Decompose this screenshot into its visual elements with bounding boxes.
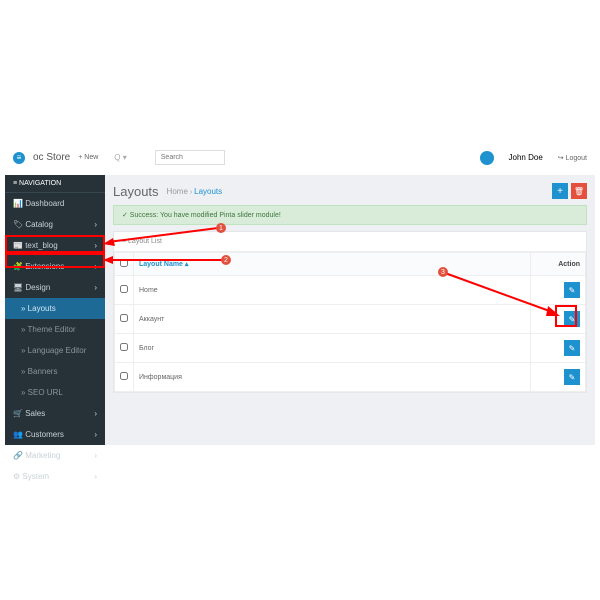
row-checkbox[interactable] xyxy=(120,285,128,293)
sidebar-item-design[interactable]: 🖥 Design› xyxy=(5,277,105,298)
logo-icon: ≡ xyxy=(13,152,25,164)
row-checkbox[interactable] xyxy=(120,343,128,351)
gear-icon: ⚙ xyxy=(13,472,20,481)
share-icon: 🔗 xyxy=(13,451,23,460)
users-icon: 👥 xyxy=(13,430,23,439)
layouts-table: Layout Name ▴Action Home✎ Аккаунт✎ Блог✎… xyxy=(114,252,586,392)
page-title: Layouts xyxy=(113,184,159,199)
sidebar-item-textblog[interactable]: 📰 text_blog› xyxy=(5,235,105,256)
sidebar-item-theme-editor[interactable]: » Theme Editor xyxy=(5,319,105,340)
col-layout-name[interactable]: Layout Name ▴ xyxy=(134,253,531,276)
sidebar-item-customers[interactable]: 👥 Customers› xyxy=(5,424,105,445)
logout-link[interactable]: ↪ Logout xyxy=(558,154,587,162)
sidebar-item-system[interactable]: ⚙ System› xyxy=(5,466,105,487)
row-checkbox[interactable] xyxy=(120,314,128,322)
success-alert: ✓ Success: You have modified Pinta slide… xyxy=(113,205,587,225)
sidebar-item-marketing[interactable]: 🔗 Marketing› xyxy=(5,445,105,466)
table-row: Home✎ xyxy=(115,276,586,305)
chevron-right-icon: › xyxy=(94,220,97,229)
sidebar-item-catalog[interactable]: 🏷 Catalog› xyxy=(5,214,105,235)
sidebar: ≡ NAVIGATION 📊 Dashboard 🏷 Catalog› 📰 te… xyxy=(5,175,105,445)
blog-icon: 📰 xyxy=(13,241,23,250)
desktop-icon: 🖥 xyxy=(13,283,23,292)
select-all-checkbox[interactable] xyxy=(120,259,128,267)
search-dropdown[interactable]: Q ▾ xyxy=(114,153,126,162)
sidebar-item-seo-url[interactable]: » SEO URL xyxy=(5,382,105,403)
sidebar-item-dashboard[interactable]: 📊 Dashboard xyxy=(5,193,105,214)
edit-button[interactable]: ✎ xyxy=(564,369,580,385)
new-button[interactable]: + New xyxy=(78,154,98,161)
add-button[interactable]: + xyxy=(552,183,568,199)
edit-button[interactable]: ✎ xyxy=(564,340,580,356)
table-row: Блог✎ xyxy=(115,334,586,363)
dashboard-icon: 📊 xyxy=(13,199,23,208)
sidebar-item-layouts[interactable]: » Layouts xyxy=(5,298,105,319)
delete-button[interactable]: 🗑 xyxy=(571,183,587,199)
table-row: Аккаунт✎ xyxy=(115,305,586,334)
breadcrumb: Home › Layouts xyxy=(167,187,223,196)
header-bar: ≡ oc Store + New Q ▾ John Doe ↪ Logout xyxy=(5,140,595,175)
edit-button[interactable]: ✎ xyxy=(564,282,580,298)
puzzle-icon: 🧩 xyxy=(13,262,23,271)
brand-name: oc Store xyxy=(33,152,70,163)
user-name[interactable]: John Doe xyxy=(509,153,543,162)
avatar[interactable] xyxy=(480,151,494,165)
col-action: Action xyxy=(531,253,586,276)
tag-icon: 🏷 xyxy=(13,220,23,229)
sidebar-item-banners[interactable]: » Banners xyxy=(5,361,105,382)
nav-header: ≡ NAVIGATION xyxy=(5,175,105,193)
edit-button[interactable]: ✎ xyxy=(564,311,580,327)
table-row: Информация✎ xyxy=(115,363,586,392)
sidebar-item-extensions[interactable]: 🧩 Extensions› xyxy=(5,256,105,277)
search-input[interactable] xyxy=(155,150,225,165)
panel-header: ≡ Layout List xyxy=(114,232,586,252)
row-checkbox[interactable] xyxy=(120,372,128,380)
sidebar-item-sales[interactable]: 🛒 Sales› xyxy=(5,403,105,424)
sidebar-item-language-editor[interactable]: » Language Editor xyxy=(5,340,105,361)
cart-icon: 🛒 xyxy=(13,409,23,418)
